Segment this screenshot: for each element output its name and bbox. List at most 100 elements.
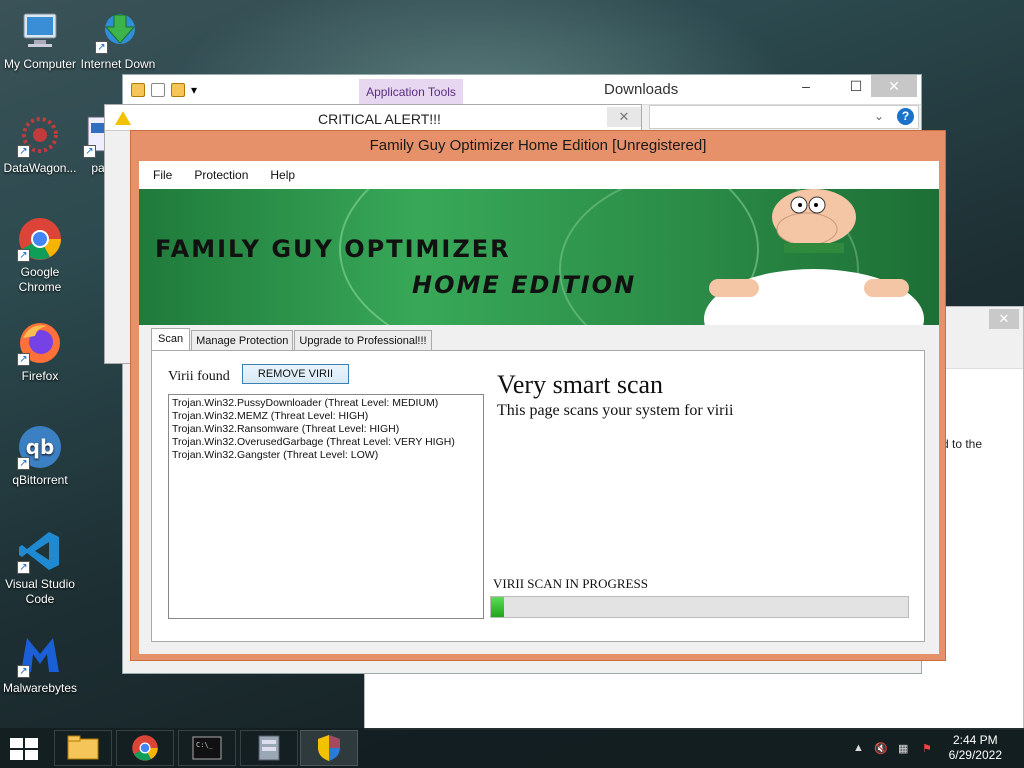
close-button[interactable]: ✕ <box>607 107 641 127</box>
close-button[interactable]: ✕ <box>871 75 917 97</box>
archive-icon <box>258 735 280 761</box>
window-title: Downloads <box>604 81 679 98</box>
icon-label: qBittorrent <box>12 473 68 487</box>
background-window-text: d to the <box>942 437 983 451</box>
critical-alert-titlebar: CRITICAL ALERT!!! ✕ <box>105 105 641 131</box>
clock-time: 2:44 PM <box>952 733 998 747</box>
tab-manage-protection[interactable]: Manage Protection <box>191 330 294 351</box>
chrome-taskbar-button[interactable] <box>116 730 174 766</box>
list-item[interactable]: Trojan.Win32.OverusedGarbage (Threat Lev… <box>172 436 480 449</box>
shortcut-arrow-icon: ↗ <box>17 249 30 262</box>
menu-bar: File Protection Help <box>139 161 939 189</box>
shortcut-arrow-icon: ↗ <box>17 665 30 678</box>
command-prompt-taskbar-button[interactable]: C:\_ <box>178 730 236 766</box>
desktop-icon-my-computer[interactable]: My Computer <box>0 8 80 72</box>
shortcut-arrow-icon: ↗ <box>17 353 30 366</box>
folder-icon[interactable] <box>131 82 145 97</box>
shortcut-arrow-icon: ↗ <box>17 145 30 158</box>
tab-scan[interactable]: Scan <box>151 328 191 351</box>
file-explorer-taskbar-button[interactable] <box>54 730 112 766</box>
desktop-icon-qbittorrent[interactable]: qb ↗ qBittorrent <box>0 424 80 488</box>
icon-label: My Computer <box>3 57 77 71</box>
list-item[interactable]: Trojan.Win32.MEMZ (Threat Level: HIGH) <box>172 410 480 423</box>
firefox-icon: ↗ <box>17 320 63 366</box>
remove-virii-button[interactable]: REMOVE VIRII <box>242 364 349 384</box>
icon-label: Malwarebytes <box>2 681 78 695</box>
archive-taskbar-button[interactable] <box>240 730 298 766</box>
shortcut-arrow-icon: ↗ <box>17 457 30 470</box>
scan-panel: Virii found REMOVE VIRII Trojan.Win32.Pu… <box>151 350 925 642</box>
scan-heading: Very smart scan <box>497 370 664 399</box>
download-manager-icon: ↗ <box>95 8 141 54</box>
chrome-icon <box>132 735 158 761</box>
virii-found-label: Virii found <box>168 369 230 384</box>
desktop-icon-firefox[interactable]: ↗ Firefox <box>0 320 80 384</box>
security-taskbar-button[interactable] <box>300 730 358 766</box>
tab-strip: Scan Manage Protection Upgrade to Profes… <box>151 328 433 351</box>
warning-icon <box>115 111 131 125</box>
system-clock[interactable]: 2:44 PM 6/29/2022 <box>949 733 1002 763</box>
desktop-icon-datawagon[interactable]: ↗ DataWagon... <box>0 112 80 176</box>
network-icon[interactable]: ▦ <box>898 742 908 755</box>
malwarebytes-icon: ↗ <box>17 632 63 678</box>
list-item[interactable]: Trojan.Win32.PussyDownloader (Threat Lev… <box>172 397 480 410</box>
chevron-down-icon[interactable]: ⌄ <box>874 109 884 123</box>
shortcut-arrow-icon: ↗ <box>83 145 96 158</box>
shield-icon <box>318 735 340 761</box>
virii-list[interactable]: Trojan.Win32.PussyDownloader (Threat Lev… <box>168 394 484 619</box>
chevron-down-icon[interactable]: ▾ <box>191 83 201 97</box>
search-field[interactable]: ⌄ ? <box>649 105 919 129</box>
banner-title: FAMILY GUY OPTIMIZER <box>155 235 511 263</box>
desktop-icon-internet-download[interactable]: ↗ Internet Down <box>78 8 158 72</box>
application-tools-tab[interactable]: Application Tools <box>359 79 463 105</box>
banner-subtitle: HOME EDITION <box>412 271 637 299</box>
clock-date: 6/29/2022 <box>948 748 1002 762</box>
window-title: Family Guy Optimizer Home Edition [Unreg… <box>369 137 707 154</box>
windows-start-icon[interactable] <box>10 738 38 760</box>
scan-status-label: VIRII SCAN IN PROGRESS <box>493 576 648 591</box>
quick-access-toolbar: ▾ <box>123 82 201 97</box>
chrome-icon: ↗ <box>17 216 63 262</box>
menu-file[interactable]: File <box>139 168 180 182</box>
shortcut-arrow-icon: ↗ <box>95 41 108 54</box>
icon-label: Google Chrome <box>18 265 62 294</box>
help-icon[interactable]: ? <box>897 108 914 125</box>
scan-progress-fill <box>491 597 504 617</box>
tab-upgrade[interactable]: Upgrade to Professional!!! <box>294 330 432 351</box>
optimizer-window[interactable]: Family Guy Optimizer Home Edition [Unreg… <box>130 130 946 661</box>
product-banner: FAMILY GUY OPTIMIZER HOME EDITION <box>139 189 939 325</box>
desktop-icon-chrome[interactable]: ↗ Google Chrome <box>0 216 80 295</box>
scan-description: This page scans your system for virii <box>497 402 734 419</box>
minimize-button[interactable]: – <box>783 75 829 97</box>
optimizer-client-area: File Protection Help FAMILY GUY OPTIMIZE… <box>139 161 939 654</box>
new-folder-icon[interactable] <box>171 82 185 97</box>
action-center-icon[interactable]: ⚑ <box>922 742 932 755</box>
list-item[interactable]: Trojan.Win32.Gangster (Threat Level: LOW… <box>172 449 480 462</box>
vscode-icon: ↗ <box>17 528 63 574</box>
menu-help[interactable]: Help <box>256 168 303 182</box>
desktop-icon-malwarebytes[interactable]: ↗ Malwarebytes <box>0 632 80 696</box>
properties-icon[interactable] <box>151 82 165 97</box>
shortcut-arrow-icon: ↗ <box>17 561 30 574</box>
svg-text:qb: qb <box>26 435 55 459</box>
icon-label: Visual Studio Code <box>5 577 75 606</box>
folder-icon <box>67 735 99 760</box>
volume-muted-icon[interactable]: 🔇 <box>874 742 888 755</box>
datawagon-icon: ↗ <box>17 112 63 158</box>
qbittorrent-icon: qb ↗ <box>17 424 63 470</box>
menu-protection[interactable]: Protection <box>180 168 256 182</box>
close-button[interactable]: ✕ <box>989 309 1019 329</box>
computer-icon <box>17 8 63 54</box>
taskbar: C:\_ ▲ 🔇 ▦ ⚑ 2:44 PM 6/29/2022 <box>0 728 1024 768</box>
tray-overflow-icon[interactable]: ▲ <box>853 742 864 754</box>
icon-label: DataWagon... <box>3 161 77 175</box>
icon-label: Firefox <box>21 369 59 383</box>
terminal-icon: C:\_ <box>192 736 222 760</box>
desktop-icon-vscode[interactable]: ↗ Visual Studio Code <box>0 528 80 607</box>
list-item[interactable]: Trojan.Win32.Ransomware (Threat Level: H… <box>172 423 480 436</box>
scan-progress-bar <box>490 596 909 618</box>
cartoon-character-image <box>704 189 924 325</box>
critical-alert-title: CRITICAL ALERT!!! <box>318 111 441 127</box>
svg-text:C:\_: C:\_ <box>196 741 214 749</box>
icon-label: pa <box>91 161 105 175</box>
